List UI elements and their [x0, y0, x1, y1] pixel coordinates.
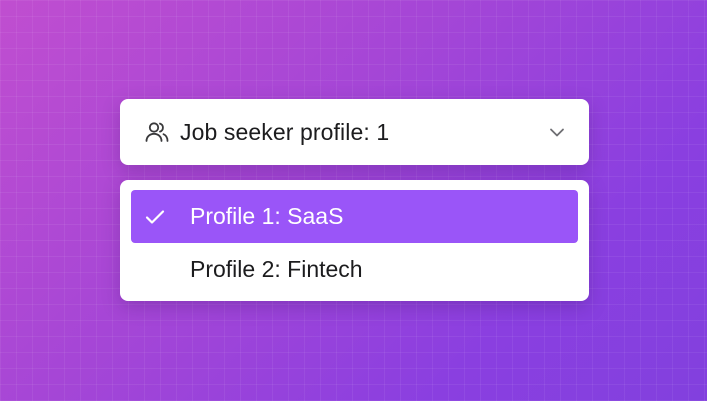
menu-option-profile-1[interactable]: Profile 1: SaaS [131, 190, 578, 243]
check-icon [143, 205, 167, 229]
menu-option-label: Profile 1: SaaS [190, 203, 344, 229]
profile-dropdown-menu: Profile 1: SaaS Profile 2: Fintech [120, 180, 589, 301]
menu-option-profile-2[interactable]: Profile 2: Fintech [131, 243, 578, 296]
profile-select[interactable]: Job seeker profile: 1 [120, 99, 589, 165]
chevron-down-icon[interactable] [547, 122, 567, 142]
profile-select-label: Job seeker profile: 1 [180, 118, 390, 145]
users-icon [144, 119, 170, 145]
menu-option-label: Profile 2: Fintech [190, 256, 363, 282]
